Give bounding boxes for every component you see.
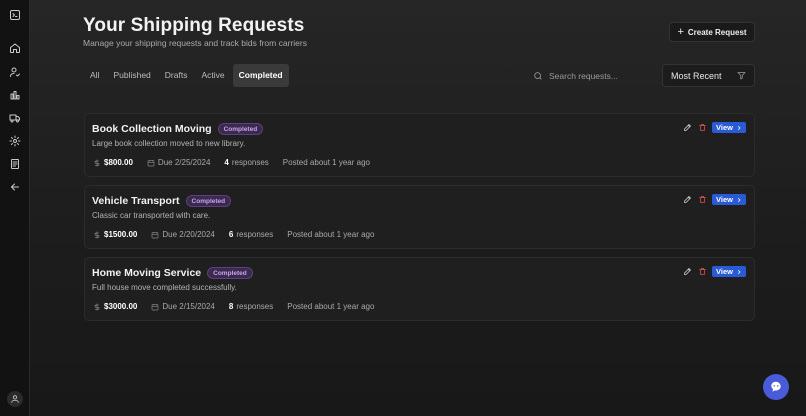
edit-icon[interactable] [682,267,692,277]
calendar-icon [152,231,159,238]
status-badge: Completed [207,267,253,279]
page-title: Your Shipping Requests [83,15,305,36]
calendar-icon [147,159,155,166]
trash-icon[interactable] [697,123,707,133]
view-button[interactable]: View [712,266,746,277]
chat-bubble-icon [771,381,781,392]
response-label: responses [236,230,274,239]
request-due-date: Due 2/25/2024 [157,158,211,167]
page-subtitle: Manage your shipping requests and track … [83,38,307,48]
edit-icon[interactable] [682,123,692,133]
dollar-icon [94,303,100,310]
chevron-right-icon [737,269,741,274]
request-title[interactable]: Vehicle Transport [92,195,180,207]
request-price: $800.00 [104,158,133,167]
chevron-right-icon [737,125,741,130]
chevron-right-icon [737,197,741,202]
calendar-icon [152,303,159,310]
home-icon[interactable] [6,39,24,57]
tab-drafts[interactable]: Drafts [159,64,194,87]
view-button[interactable]: View [712,122,746,133]
request-description: Large book collection moved to new libra… [92,139,246,148]
app-logo-icon[interactable] [6,6,24,24]
request-price: $3000.00 [104,302,138,311]
sort-selected: Most Recent [671,70,722,81]
plus-icon: + [677,25,684,38]
view-label: View [716,123,733,132]
status-badge: Completed [217,123,264,135]
response-count: 4 [224,158,229,167]
trash-icon[interactable] [697,267,707,277]
tab-published[interactable]: Published [107,64,156,87]
status-tabs: All Published Drafts Active Completed [84,64,289,87]
view-label: View [716,195,733,204]
tab-all[interactable]: All [84,64,105,87]
response-label: responses [231,158,269,167]
response-count: 6 [228,230,234,239]
posted-time: Posted about 1 year ago [287,302,375,311]
posted-time: Posted about 1 year ago [287,230,375,239]
status-badge: Completed [185,195,232,207]
view-label: View [716,267,733,276]
request-title[interactable]: Book Collection Moving [92,123,212,135]
sort-select[interactable]: Most Recent [662,64,755,87]
request-card: Vehicle Transport Completed Classic car … [84,185,755,249]
chat-support-button[interactable] [763,374,789,400]
view-button[interactable]: View [712,194,746,205]
response-count: 8 [228,302,234,311]
sidebar [0,0,30,416]
arrow-left-icon[interactable] [6,178,24,196]
document-icon[interactable] [6,155,24,173]
request-description: Classic car transported with care. [92,211,211,220]
create-request-button[interactable]: + Create Request [669,22,755,42]
response-label: responses [236,302,274,311]
request-title[interactable]: Home Moving Service [92,267,201,279]
tab-active[interactable]: Active [195,64,230,87]
settings-icon[interactable] [6,132,24,150]
filter-icon [737,72,746,80]
request-card: Book Collection Moving Completed Large b… [84,113,755,177]
dollar-icon [94,231,100,238]
chart-icon[interactable] [6,86,24,104]
dollar-icon [94,159,100,166]
trash-icon[interactable] [697,195,707,205]
search-placeholder: Search requests... [549,70,618,81]
request-description: Full house move completed successfully. [92,283,237,292]
request-due-date: Due 2/15/2024 [162,302,215,311]
posted-time: Posted about 1 year ago [282,158,370,167]
truck-icon[interactable] [6,109,24,127]
avatar[interactable] [7,391,23,407]
request-price: $1500.00 [104,230,138,239]
request-card: Home Moving Service Completed Full house… [84,257,755,321]
search-input[interactable]: Search requests... [527,65,657,86]
create-request-label: Create Request [687,27,747,37]
edit-icon[interactable] [682,195,692,205]
search-icon [534,71,542,80]
request-due-date: Due 2/20/2024 [162,230,215,239]
user-check-icon[interactable] [6,63,24,81]
tab-completed[interactable]: Completed [232,64,289,87]
